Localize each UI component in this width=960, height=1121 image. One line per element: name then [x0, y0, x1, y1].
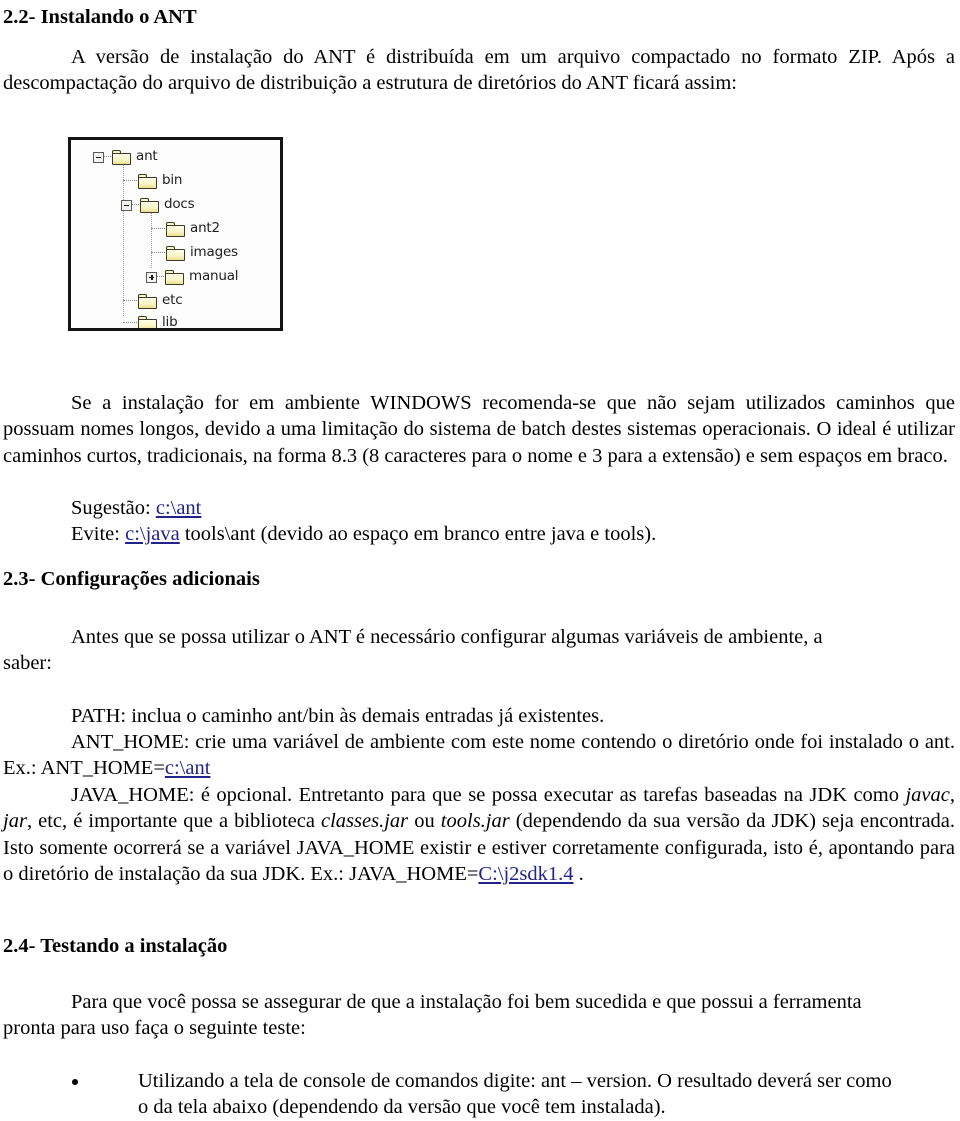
heading-2-4: 2.4- Testando a instalação — [3, 935, 228, 957]
collapse-minus-icon-ant[interactable] — [93, 151, 104, 163]
env-var-ant-home-paragraph: ANT_HOME: crie uma variável de ambiente … — [3, 729, 955, 782]
tree-label-ant: ant — [136, 148, 158, 165]
tree-connector-dots — [123, 180, 137, 182]
tree-item-bin[interactable]: bin — [123, 170, 182, 192]
test-bullet-item: Utilizando a tela de console de comandos… — [72, 1068, 892, 1121]
paragraph-intro-2-3-line1: Antes que se possa utilizar o ANT é nece… — [71, 624, 955, 650]
tree-item-docs[interactable]: docs — [121, 194, 195, 216]
test-bullet-text: Utilizando a tela de console de comandos… — [138, 1070, 892, 1119]
tree-label-docs: docs — [164, 196, 195, 213]
avoid-label: Evite: — [71, 523, 120, 545]
java-home-text-4: ou — [408, 810, 441, 833]
paragraph-intro-2-2-text: A versão de instalação do ANT é distribu… — [3, 46, 955, 95]
folder-icon-etc — [138, 293, 157, 309]
folder-icon-docs — [140, 197, 159, 213]
paragraph-intro-2-3-line2: saber: — [3, 650, 955, 676]
tree-label-etc: etc — [162, 292, 183, 309]
tree-label-images: images — [190, 244, 238, 261]
paragraph-intro-2-2: A versão de instalação do ANT é distribu… — [3, 44, 955, 97]
java-home-text-1: JAVA_HOME: é opcional. Entretanto para q… — [71, 784, 906, 806]
tree-label-bin: bin — [162, 172, 183, 189]
java-home-italic-javac: javac — [905, 784, 950, 806]
paragraph-windows-paths: Se a instalação for em ambiente WINDOWS … — [3, 390, 955, 469]
paragraph-intro-2-3-line2-text: saber: — [3, 652, 52, 674]
tree-item-ant2[interactable]: ant2 — [151, 218, 220, 240]
tree-connector-dots — [151, 252, 165, 254]
tree-item-images[interactable]: images — [151, 242, 238, 264]
folder-icon-lib — [138, 315, 157, 328]
tree-item-manual[interactable]: manual — [146, 266, 239, 288]
java-home-italic-classes-jar: classes.jar — [321, 810, 409, 833]
tree-connector-dots — [123, 300, 137, 302]
java-home-text-2: , — [949, 784, 955, 806]
paragraph-intro-2-4-line1-text: Para que você possa se assegurar de que … — [71, 991, 862, 1013]
java-home-path-link[interactable]: C:\j2sdk1.4 — [478, 863, 573, 885]
avoid-rest-text: tools\ant (devido ao espaço em branco en… — [184, 523, 657, 545]
tree-connector-dots — [157, 276, 164, 278]
paragraph-intro-2-4-line2-text: pronta para uso faça o seguinte teste: — [3, 1017, 306, 1039]
tree-connector-dots — [123, 322, 137, 324]
heading-2-2: 2.2- Instalando o ANT — [3, 6, 197, 28]
folder-icon-ant — [112, 149, 131, 165]
java-home-italic-jar: jar — [3, 810, 27, 833]
paragraph-intro-2-4-line2: pronta para uso faça o seguinte teste: — [3, 1015, 955, 1041]
collapse-minus-icon-docs[interactable] — [121, 199, 132, 211]
tree-label-lib: lib — [162, 314, 178, 331]
folder-icon-images — [166, 245, 185, 261]
tree-item-lib[interactable]: lib — [123, 312, 178, 331]
suggestion-path-link[interactable]: c:\ant — [156, 497, 202, 519]
env-var-path-text: PATH: inclua o caminho ant/bin às demais… — [71, 705, 605, 727]
tree-item-etc[interactable]: etc — [123, 290, 183, 312]
expand-plus-icon-manual[interactable] — [146, 271, 157, 283]
java-home-italic-tools-jar: tools.jar — [440, 810, 510, 833]
avoid-path-link[interactable]: c:\java — [125, 523, 180, 545]
env-var-java-home-paragraph: JAVA_HOME: é opcional. Entretanto para q… — [3, 782, 955, 888]
directory-tree-figure: ant bin docs ant2 images manual etc lib — [68, 137, 283, 331]
suggestion-line: Sugestão: c:\ant — [71, 495, 955, 521]
ant-home-path-link[interactable]: c:\ant — [165, 757, 211, 779]
tree-connector-dots — [104, 156, 111, 158]
heading-2-3: 2.3- Configurações adicionais — [3, 568, 260, 590]
tree-item-ant[interactable]: ant — [93, 146, 158, 168]
bullet-icon — [72, 1079, 78, 1085]
folder-icon-bin — [138, 173, 157, 189]
document-page: 2.2- Instalando o ANT A versão de instal… — [0, 0, 960, 1121]
env-var-ant-home-text: ANT_HOME: crie uma variável de ambiente … — [3, 731, 955, 780]
env-var-path-line: PATH: inclua o caminho ant/bin às demais… — [71, 703, 955, 729]
tree-label-ant2: ant2 — [190, 220, 220, 237]
tree-label-manual: manual — [189, 268, 239, 285]
java-home-text-end: . — [573, 863, 584, 886]
folder-icon-ant2 — [166, 221, 185, 237]
paragraph-intro-2-3-line1-text: Antes que se possa utilizar o ANT é nece… — [71, 626, 823, 648]
avoid-line: Evite: c:\java tools\ant (devido ao espa… — [71, 521, 955, 547]
java-home-text-3: , etc, é importante que a biblioteca — [26, 810, 322, 833]
folder-icon-manual — [165, 269, 184, 285]
tree-connector-dots — [132, 204, 139, 206]
directory-tree: ant bin docs ant2 images manual etc lib — [71, 140, 280, 328]
paragraph-windows-paths-text: Se a instalação for em ambiente WINDOWS … — [3, 392, 955, 467]
tree-connector-dots — [151, 228, 165, 230]
paragraph-intro-2-4-line1: Para que você possa se assegurar de que … — [71, 989, 955, 1015]
suggestion-label: Sugestão: — [71, 497, 151, 519]
